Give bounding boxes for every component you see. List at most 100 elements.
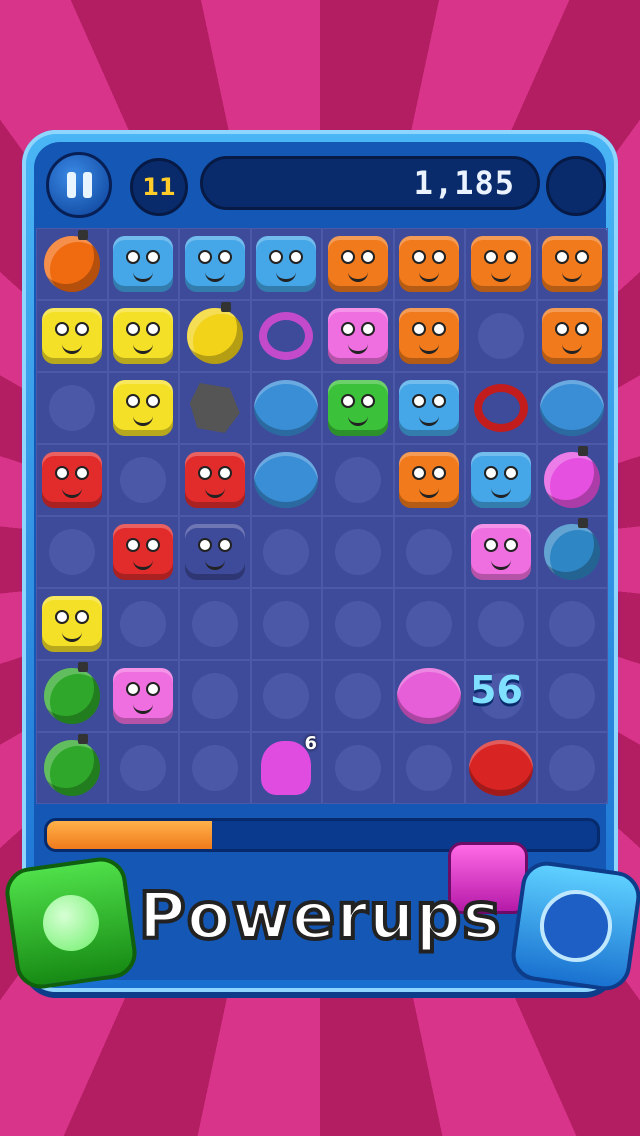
board-cell[interactable] (322, 732, 394, 804)
board-cell[interactable] (393, 444, 465, 516)
board-cell[interactable] (107, 300, 179, 372)
board-cell[interactable] (322, 516, 394, 588)
board-cell[interactable] (536, 732, 608, 804)
board-cell[interactable] (36, 660, 108, 732)
board-cell[interactable] (179, 660, 251, 732)
orange-block-piece (399, 452, 460, 508)
board-cell[interactable] (179, 732, 251, 804)
board-cell[interactable] (465, 300, 537, 372)
board-cell[interactable] (107, 660, 179, 732)
board-cell[interactable] (107, 732, 179, 804)
board-cell[interactable] (107, 588, 179, 660)
board-cell[interactable] (322, 660, 394, 732)
top-hud: 11 1,185 (40, 148, 606, 218)
blue-block-piece (256, 236, 317, 292)
board-cell[interactable] (250, 372, 322, 444)
board-cell[interactable] (36, 372, 108, 444)
board-cell[interactable] (465, 372, 537, 444)
board-cell[interactable] (36, 444, 108, 516)
board-cell[interactable] (250, 516, 322, 588)
board-cell[interactable] (107, 444, 179, 516)
board-cell[interactable] (393, 588, 465, 660)
pause-button[interactable] (46, 152, 112, 218)
level-indicator: 11 (130, 158, 188, 216)
pink-bomb-piece (544, 446, 601, 508)
board-cell[interactable] (36, 228, 108, 300)
pink-block-piece (113, 668, 174, 724)
progress-bar-fill (47, 821, 212, 849)
board-cell[interactable] (393, 300, 465, 372)
no-skull-powerup-icon (535, 885, 617, 967)
green-bomb-piece (43, 734, 100, 796)
blue-blob-piece (254, 380, 319, 436)
board-cell[interactable] (179, 588, 251, 660)
board-cell[interactable] (179, 372, 251, 444)
board-cell[interactable] (107, 516, 179, 588)
board-cell[interactable] (322, 228, 394, 300)
board-cell[interactable] (179, 444, 251, 516)
green-block-piece (327, 380, 388, 436)
board-cell[interactable] (36, 516, 108, 588)
board-cell[interactable] (536, 660, 608, 732)
yellow-bomb-piece (186, 302, 243, 364)
bomb-powerup-icon (39, 891, 103, 955)
pink-pipe-piece (259, 312, 314, 360)
board-cell[interactable] (179, 228, 251, 300)
orange-block-piece (399, 308, 460, 364)
rock-piece (189, 383, 240, 433)
yellow-block-piece (41, 308, 102, 364)
board-cell[interactable] (107, 372, 179, 444)
board-cell[interactable] (393, 516, 465, 588)
board-cell[interactable] (393, 660, 465, 732)
board-cell[interactable] (465, 516, 537, 588)
blue-block-piece (184, 236, 245, 292)
red-block-piece (184, 452, 245, 508)
orange-bomb-piece (43, 230, 100, 292)
pink-skull-piece (261, 741, 312, 795)
board-cell[interactable] (250, 588, 322, 660)
yellow-block-piece (113, 380, 174, 436)
board-cell[interactable] (179, 516, 251, 588)
board-cell[interactable] (465, 444, 537, 516)
board-cell[interactable] (536, 300, 608, 372)
board-cell[interactable] (536, 588, 608, 660)
board-cell[interactable] (465, 228, 537, 300)
board-cell[interactable] (465, 732, 537, 804)
board-cell[interactable]: 6 (250, 732, 322, 804)
board-cell[interactable] (250, 300, 322, 372)
board-cell[interactable] (179, 300, 251, 372)
board-cell[interactable] (107, 228, 179, 300)
blue-blob-piece (540, 380, 605, 436)
board-cell[interactable] (393, 228, 465, 300)
score-display: 1,185 (200, 156, 540, 210)
board-cell[interactable] (393, 732, 465, 804)
board-cell[interactable] (322, 588, 394, 660)
red-blob-piece (468, 740, 533, 796)
board-cell[interactable] (250, 228, 322, 300)
board-cell[interactable] (536, 516, 608, 588)
pause-icon (66, 172, 76, 198)
pink-block-piece (470, 524, 531, 580)
board-cell[interactable] (322, 444, 394, 516)
powerups-banner: Powerups (137, 878, 502, 956)
mystery-block-piece (185, 524, 245, 580)
pink-block-piece (327, 308, 388, 364)
game-board[interactable]: 6 (36, 228, 608, 804)
board-cell[interactable] (536, 372, 608, 444)
red-pipe-piece (473, 384, 528, 432)
board-cell[interactable] (322, 300, 394, 372)
board-cell[interactable] (250, 444, 322, 516)
board-cell[interactable] (536, 444, 608, 516)
board-cell[interactable] (36, 732, 108, 804)
orange-block-piece (542, 308, 603, 364)
board-cell[interactable] (250, 660, 322, 732)
orange-block-piece (470, 236, 531, 292)
board-cell[interactable] (393, 372, 465, 444)
board-cell[interactable] (36, 300, 108, 372)
board-cell[interactable] (536, 228, 608, 300)
board-cell[interactable] (322, 372, 394, 444)
orange-block-piece (399, 236, 460, 292)
board-cell[interactable] (465, 588, 537, 660)
board-cell[interactable] (36, 588, 108, 660)
blue-block-piece (399, 380, 460, 436)
